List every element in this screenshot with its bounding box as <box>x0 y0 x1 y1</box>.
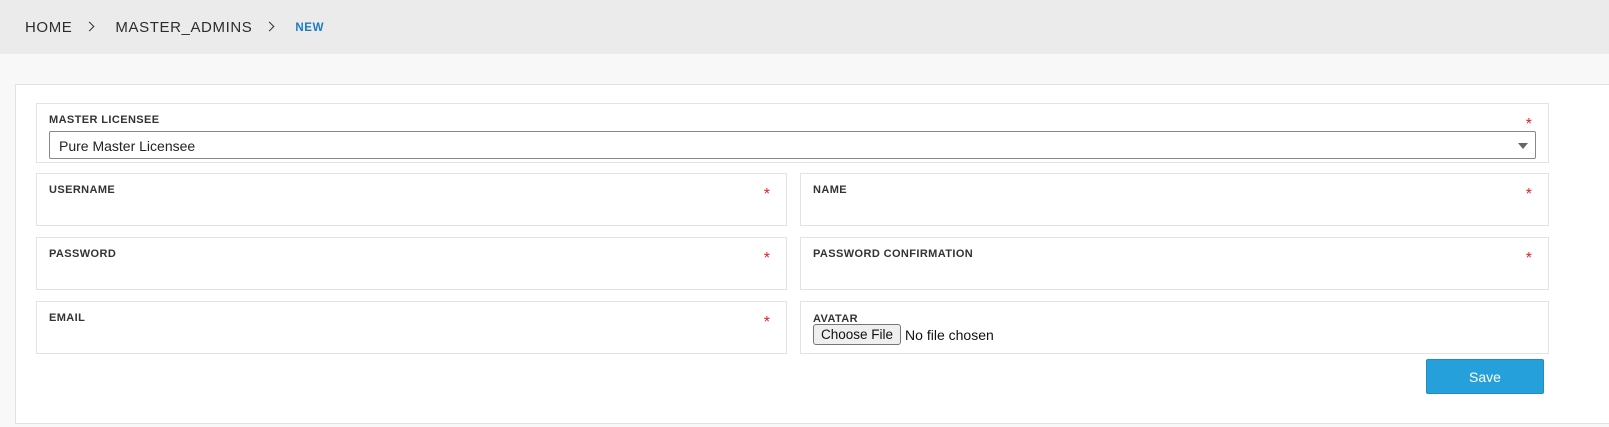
password-confirmation-input[interactable] <box>813 266 1518 286</box>
required-marker: * <box>763 314 770 331</box>
email-label: EMAIL <box>49 312 86 324</box>
choose-file-button[interactable]: Choose File <box>813 324 902 345</box>
master-licensee-label: MASTER LICENSEE <box>49 114 160 126</box>
caret-down-icon <box>1518 143 1528 149</box>
master-licensee-select[interactable]: Pure Master Licensee <box>49 131 1536 159</box>
breadcrumb: HOME MASTER_ADMINS NEW <box>0 0 1609 54</box>
username-label: USERNAME <box>49 184 116 196</box>
required-marker: * <box>763 250 770 267</box>
password-field: PASSWORD * <box>36 237 787 290</box>
required-marker: * <box>1525 250 1532 267</box>
name-field: NAME * <box>800 173 1549 226</box>
save-button[interactable]: Save <box>1426 359 1544 394</box>
file-status-text: No file chosen <box>905 326 994 343</box>
password-input[interactable] <box>49 266 756 286</box>
password-confirmation-field: PASSWORD CONFIRMATION * <box>800 237 1549 290</box>
username-field: USERNAME * <box>36 173 787 226</box>
breadcrumb-master-admins-link[interactable]: MASTER_ADMINS <box>115 19 252 36</box>
form-panel: MASTER LICENSEE * Pure Master Licensee U… <box>15 84 1609 424</box>
breadcrumb-home-link[interactable]: HOME <box>25 19 72 36</box>
username-input[interactable] <box>49 202 756 222</box>
avatar-field: AVATAR Choose File No file chosen <box>800 301 1549 354</box>
email-field: EMAIL * <box>36 301 787 354</box>
master-licensee-selected-value: Pure Master Licensee <box>59 138 196 154</box>
chevron-right-icon <box>84 21 95 31</box>
master-licensee-field: MASTER LICENSEE * Pure Master Licensee <box>36 103 1549 163</box>
chevron-right-icon <box>264 21 275 31</box>
avatar-file-picker: Choose File No file chosen <box>813 324 994 345</box>
password-label: PASSWORD <box>49 248 117 260</box>
email-input[interactable] <box>49 330 756 350</box>
breadcrumb-current: NEW <box>295 22 325 34</box>
password-confirmation-label: PASSWORD CONFIRMATION <box>813 248 974 260</box>
required-marker: * <box>763 186 770 203</box>
name-input[interactable] <box>813 202 1518 222</box>
required-marker: * <box>1525 186 1532 203</box>
name-label: NAME <box>813 184 847 196</box>
